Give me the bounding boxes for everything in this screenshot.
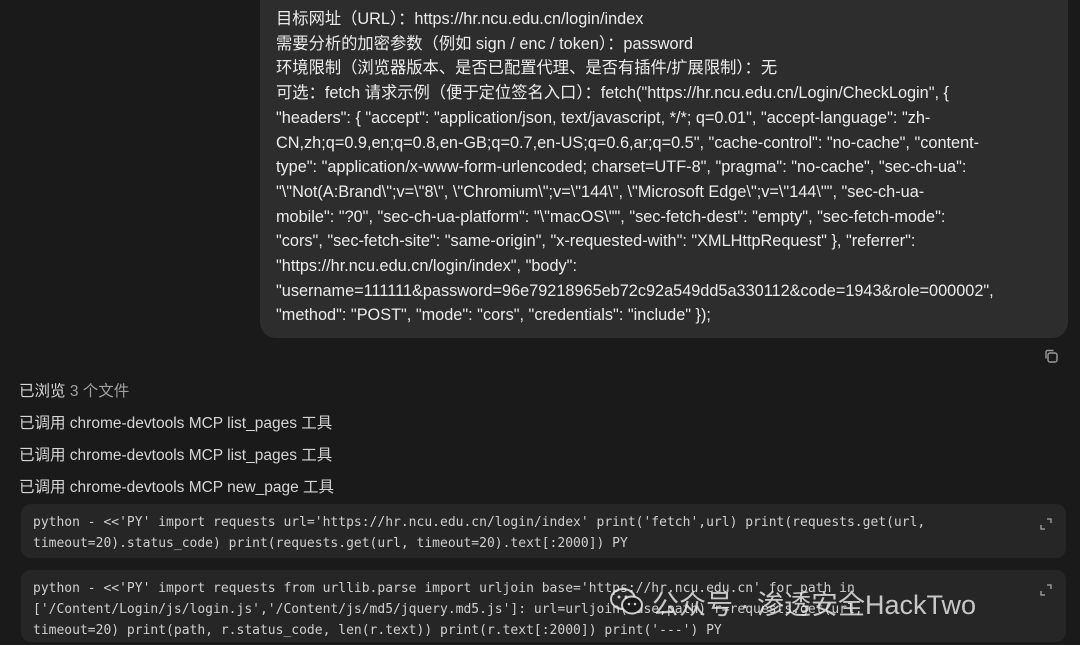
copy-icon[interactable] [1043, 348, 1059, 364]
message-line: "username=111111&password=96e79218965eb7… [276, 281, 994, 300]
code-block: python - <<'PY' import requests from url… [21, 570, 1066, 642]
browsed-files-step[interactable]: 已浏览 3 个文件 [19, 376, 334, 408]
message-line: 需要分析的加密参数（例如 sign / enc / token）：passwor… [276, 34, 694, 53]
message-line: 可选：fetch 请求示例（便于定位签名入口）：fetch("https://h… [276, 84, 949, 103]
code-line: ['/Content/Login/js/login.js','/Content/… [33, 602, 863, 617]
message-line: "headers": { "accept": "application/json… [276, 108, 931, 127]
message-line: mobile": "?0", "sec-ch-ua-platform": "\"… [276, 207, 946, 226]
code-block: python - <<'PY' import requests url='htt… [21, 504, 1066, 558]
tool-call-step[interactable]: 已调用 chrome-devtools MCP list_pages 工具 [19, 408, 334, 440]
code-line: timeout=20) print(path, r.status_code, l… [33, 623, 722, 638]
code-line: python - <<'PY' import requests from url… [33, 581, 855, 596]
message-line: 目标网址（URL）：https://hr.ncu.edu.cn/login/in… [276, 10, 644, 28]
message-line: "https://hr.ncu.edu.cn/login/index", "bo… [276, 257, 577, 276]
browsed-count: 3 个文件 [69, 383, 130, 400]
message-line: CN,zh;q=0.9,en;q=0.8,en-GB;q=0.7,en-US;q… [276, 133, 980, 152]
message-line: 环境限制（浏览器版本、是否已配置代理、是否有插件/扩展限制）：无 [276, 59, 778, 78]
tool-call-step[interactable]: 已调用 chrome-devtools MCP list_pages 工具 [19, 440, 334, 472]
code-line: python - <<'PY' import requests url='htt… [33, 515, 926, 530]
message-line: "method": "POST", "mode": "cors", "crede… [276, 306, 711, 325]
message-line: type": "application/x-www-form-urlencode… [276, 158, 967, 177]
tool-call-step[interactable]: 已调用 chrome-devtools MCP new_page 工具 [19, 472, 334, 504]
activity-steps: 已浏览 3 个文件 已调用 chrome-devtools MCP list_p… [19, 376, 334, 504]
message-line: "cors", "sec-fetch-site": "same-origin",… [276, 232, 916, 251]
user-message-bubble: 目标网址（URL）：https://hr.ncu.edu.cn/login/in… [260, 0, 1068, 338]
expand-icon[interactable] [1040, 516, 1052, 530]
browsed-label: 已浏览 [19, 383, 66, 400]
expand-icon[interactable] [1040, 582, 1052, 596]
message-line: "\"Not(A:Brand\";v=\"8\", \"Chromium\";v… [276, 182, 925, 201]
code-line: timeout=20).status_code) print(requests.… [33, 536, 628, 551]
